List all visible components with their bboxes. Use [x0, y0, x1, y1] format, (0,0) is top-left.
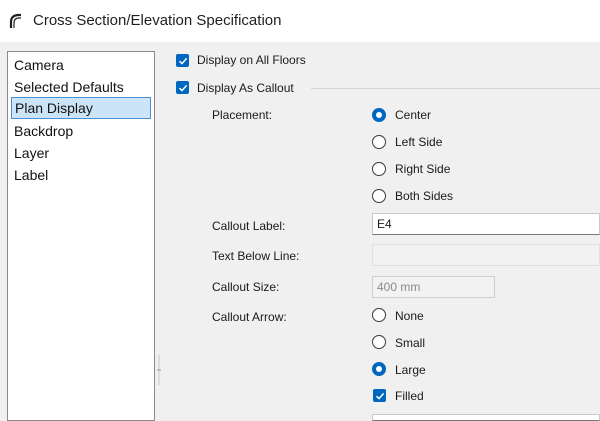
arrow-large-label[interactable]: Large: [395, 363, 426, 377]
sidebar-item-selected-defaults[interactable]: Selected Defaults: [11, 76, 153, 98]
callout-size-input[interactable]: 400 mm: [372, 276, 495, 298]
placement-both-sides-radio[interactable]: [372, 189, 386, 203]
callout-label-input[interactable]: E4: [372, 213, 600, 235]
category-list[interactable]: Camera Selected Defaults Plan Display Ba…: [7, 51, 155, 421]
display-as-callout-label[interactable]: Display As Callout: [197, 81, 294, 95]
filled-label[interactable]: Filled: [395, 389, 424, 403]
placement-both-sides-label[interactable]: Both Sides: [395, 189, 453, 203]
sidebar-item-layer[interactable]: Layer: [11, 142, 153, 164]
arrow-small-radio[interactable]: [372, 335, 386, 349]
placement-center-radio[interactable]: [372, 108, 386, 122]
display-on-all-floors-label[interactable]: Display on All Floors: [197, 53, 306, 67]
placement-label: Placement:: [212, 108, 273, 122]
arrow-none-label[interactable]: None: [395, 309, 424, 323]
group-divider: [311, 88, 600, 89]
filled-checkbox[interactable]: [373, 389, 386, 402]
arrow-large-radio[interactable]: [372, 362, 386, 376]
next-field-partial[interactable]: [372, 414, 600, 421]
splitter-grip-icon[interactable]: [157, 355, 161, 385]
callout-arrow-label: Callout Arrow:: [212, 310, 287, 324]
arch-icon: [9, 13, 21, 28]
display-as-callout-checkbox[interactable]: [176, 81, 189, 94]
checkmark-icon: [178, 57, 187, 65]
window-title: Cross Section/Elevation Specification: [33, 12, 282, 29]
callout-size-label: Callout Size:: [212, 280, 280, 294]
sidebar-item-backdrop[interactable]: Backdrop: [11, 120, 153, 142]
arrow-none-radio[interactable]: [372, 308, 386, 322]
arrow-small-label[interactable]: Small: [395, 336, 425, 350]
placement-right-side-radio[interactable]: [372, 162, 386, 176]
checkmark-icon: [375, 392, 384, 400]
text-below-line-label: Text Below Line:: [212, 249, 300, 263]
placement-left-side-label[interactable]: Left Side: [395, 135, 442, 149]
placement-right-side-label[interactable]: Right Side: [395, 162, 450, 176]
placement-center-label[interactable]: Center: [395, 108, 431, 122]
sidebar-item-camera[interactable]: Camera: [11, 54, 153, 76]
text-below-line-input[interactable]: [372, 244, 600, 266]
callout-label-label: Callout Label:: [212, 219, 286, 233]
sidebar-item-label[interactable]: Label: [11, 164, 153, 186]
title-bar: Cross Section/Elevation Specification: [0, 0, 600, 42]
placement-left-side-radio[interactable]: [372, 135, 386, 149]
sidebar-item-plan-display[interactable]: Plan Display: [11, 97, 151, 119]
display-on-all-floors-checkbox[interactable]: [176, 54, 189, 67]
checkmark-icon: [178, 84, 187, 92]
